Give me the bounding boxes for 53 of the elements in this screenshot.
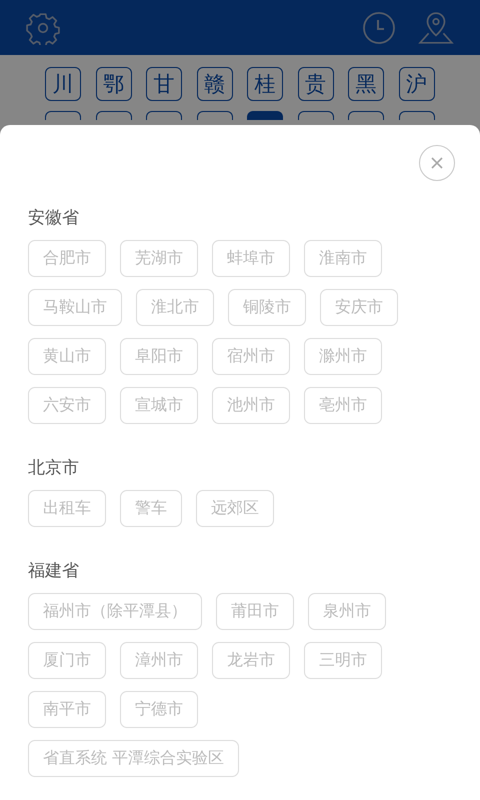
province-key[interactable]: 桂: [247, 67, 283, 101]
location-pin-icon[interactable]: [418, 10, 454, 44]
province-key[interactable]: 黑: [348, 67, 384, 101]
region-chip[interactable]: 淮北市: [136, 289, 214, 326]
region-chip[interactable]: 出租车: [28, 490, 106, 527]
province-heading: 北京市: [28, 457, 80, 480]
region-chip[interactable]: 远郊区: [196, 490, 274, 527]
region-chip[interactable]: 福州市（除平潭县）: [28, 593, 202, 630]
province-key[interactable]: [146, 111, 182, 120]
province-key[interactable]: 贵: [298, 67, 334, 101]
region-chip[interactable]: 蚌埠市: [212, 240, 290, 277]
region-chip[interactable]: 淮南市: [304, 240, 382, 277]
region-chip[interactable]: 警车: [120, 490, 182, 527]
region-chip[interactable]: 宿州市: [212, 338, 290, 375]
region-chip[interactable]: 龙岩市: [212, 642, 290, 679]
region-chip[interactable]: 六安市: [28, 387, 106, 424]
region-chip[interactable]: 安庆市: [320, 289, 398, 326]
province-heading: 安徽省: [28, 207, 80, 230]
region-chip[interactable]: 铜陵市: [228, 289, 306, 326]
region-chip[interactable]: 黄山市: [28, 338, 106, 375]
province-heading: 福建省: [28, 560, 80, 583]
region-chip[interactable]: 泉州市: [308, 593, 386, 630]
close-button[interactable]: [419, 145, 455, 181]
region-chip[interactable]: 三明市: [304, 642, 382, 679]
region-chip[interactable]: 池州市: [212, 387, 290, 424]
province-key[interactable]: [298, 111, 334, 120]
province-key[interactable]: 沪: [398, 67, 434, 101]
region-chip[interactable]: 南平市: [28, 691, 106, 728]
settings-icon[interactable]: [26, 10, 60, 44]
region-chip[interactable]: 阜阳市: [120, 338, 198, 375]
region-chip[interactable]: 莆田市: [216, 593, 294, 630]
region-chip[interactable]: 马鞍山市: [28, 289, 122, 326]
region-chip[interactable]: 省直系统 平潭综合实验区: [28, 740, 240, 777]
province-key[interactable]: [45, 111, 81, 120]
province-key[interactable]: [96, 111, 132, 120]
province-key[interactable]: [398, 111, 434, 120]
region-chip[interactable]: 宁德市: [120, 691, 198, 728]
province-key[interactable]: [247, 111, 283, 120]
region-chip[interactable]: 滁州市: [304, 338, 382, 375]
province-key[interactable]: 川: [45, 67, 81, 101]
clock-icon[interactable]: [362, 10, 396, 44]
region-chip[interactable]: 厦门市: [28, 642, 106, 679]
region-chip[interactable]: 亳州市: [304, 387, 382, 424]
region-chip[interactable]: 芜湖市: [120, 240, 198, 277]
province-key[interactable]: [196, 111, 232, 120]
region-chip[interactable]: 漳州市: [120, 642, 198, 679]
province-key[interactable]: [348, 111, 384, 120]
region-chip[interactable]: 宣城市: [120, 387, 198, 424]
region-chip[interactable]: 合肥市: [28, 240, 106, 277]
province-key[interactable]: 赣: [196, 67, 232, 101]
close-icon: [431, 157, 443, 169]
province-key[interactable]: 甘: [146, 67, 182, 101]
province-key[interactable]: 鄂: [96, 67, 132, 101]
